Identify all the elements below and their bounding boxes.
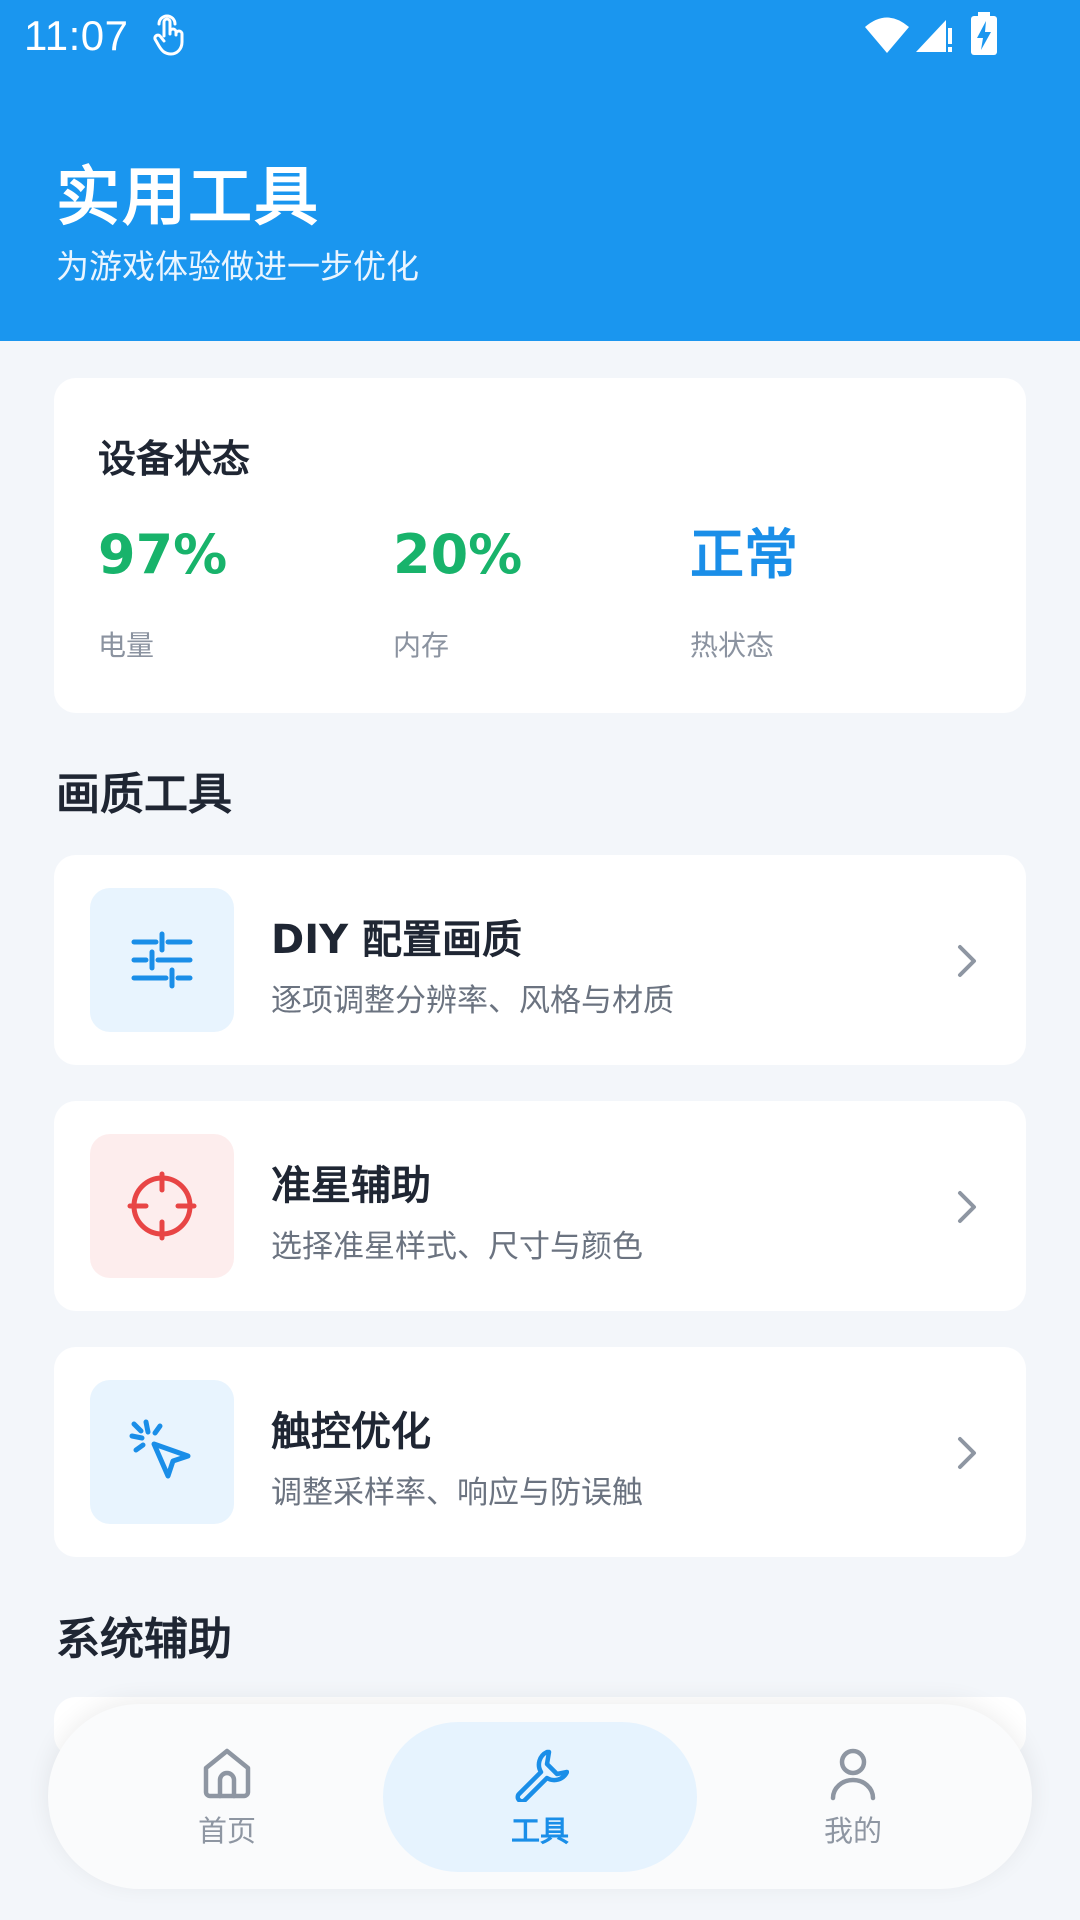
chevron-right-icon	[958, 1437, 976, 1469]
tool-name: DIY 配置画质	[271, 917, 522, 963]
tool-icon-box	[90, 1134, 234, 1278]
battery-icon	[971, 12, 997, 55]
wrench-icon	[515, 1749, 569, 1802]
memory-metric: 20% 内存	[393, 528, 522, 664]
thermal-metric: 正常 热状态	[690, 528, 798, 664]
tool-card-touch-optimize[interactable]: 触控优化 调整采样率、响应与防误触	[54, 1347, 1026, 1557]
tool-desc: 选择准星样式、尺寸与颜色	[271, 1229, 643, 1265]
battery-label: 电量	[98, 629, 155, 662]
battery-value: 97%	[98, 523, 228, 586]
wifi-icon	[865, 17, 909, 53]
page-subtitle: 为游戏体验做进一步优化	[56, 247, 419, 286]
nav-label-home: 首页	[197, 1814, 256, 1848]
crosshair-icon	[127, 1171, 197, 1241]
nav-item-mine[interactable]: 我的	[696, 1722, 1010, 1872]
page-title: 实用工具	[56, 161, 320, 235]
memory-value: 20%	[393, 523, 523, 586]
sliders-icon	[131, 931, 193, 989]
header: 11:07 实用工具 为游戏体验做进一步优化	[0, 0, 1080, 341]
cursor-click-icon	[129, 1419, 191, 1479]
device-status-card: 设备状态 97% 电量 20% 内存 正常 热状态	[54, 378, 1026, 713]
status-bar: 11:07	[0, 0, 1080, 72]
tool-icon-box	[90, 888, 234, 1032]
tool-icon-box	[90, 1380, 234, 1524]
status-time: 11:07	[24, 12, 129, 59]
nav-item-tools[interactable]: 工具	[383, 1722, 697, 1872]
memory-label: 内存	[393, 629, 450, 662]
nav-label-tools: 工具	[510, 1814, 569, 1848]
tool-desc: 逐项调整分辨率、风格与材质	[271, 983, 674, 1019]
chevron-right-icon	[958, 1191, 976, 1223]
thermal-label: 热状态	[690, 629, 775, 662]
nav-label-mine: 我的	[823, 1814, 882, 1848]
chevron-right-icon	[958, 945, 976, 977]
signal-icon	[916, 20, 952, 52]
section-title-system-assist: 系统辅助	[56, 1614, 232, 1665]
nav-item-home[interactable]: 首页	[70, 1722, 384, 1872]
user-icon	[830, 1748, 876, 1801]
tool-name: 准星辅助	[271, 1163, 431, 1209]
home-icon	[203, 1748, 251, 1799]
battery-metric: 97% 电量	[98, 528, 227, 664]
device-status-title: 设备状态	[98, 437, 251, 481]
section-title-quality-tools: 画质工具	[56, 769, 232, 820]
tool-card-diy-quality[interactable]: DIY 配置画质 逐项调整分辨率、风格与材质	[54, 855, 1026, 1065]
tool-card-crosshair[interactable]: 准星辅助 选择准星样式、尺寸与颜色	[54, 1101, 1026, 1311]
tool-desc: 调整采样率、响应与防误触	[271, 1475, 643, 1511]
touch-icon	[153, 14, 184, 56]
bottom-nav: 首页 工具 我的	[48, 1704, 1032, 1889]
tool-name: 触控优化	[271, 1409, 431, 1455]
thermal-value: 正常	[690, 523, 798, 586]
